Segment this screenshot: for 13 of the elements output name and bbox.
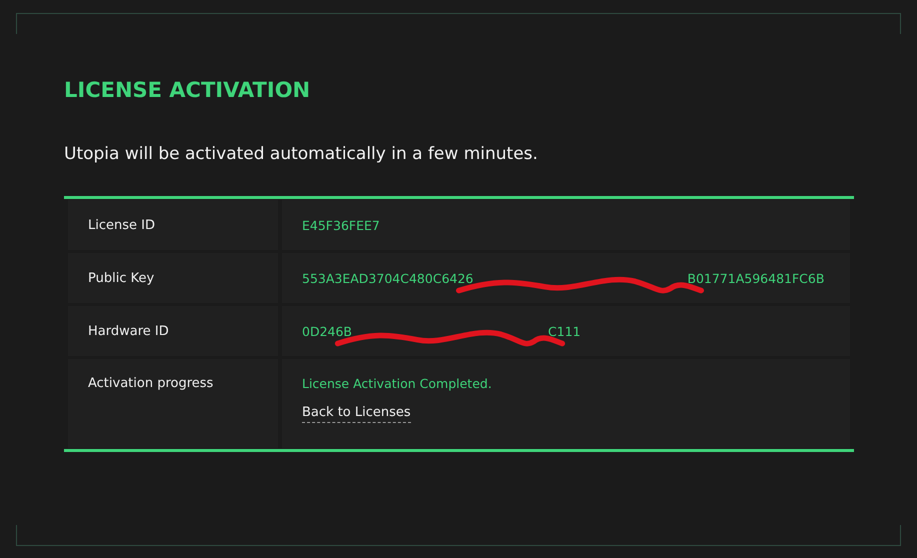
row-label: Activation progress <box>88 376 214 391</box>
row-label: Hardware ID <box>88 324 169 338</box>
row-label: Public Key <box>88 270 154 286</box>
row-value: E45F36FEE7 <box>302 218 380 232</box>
row-value: 0D246B <box>302 324 352 338</box>
row-value: 553A3EAD3704C480C6426 <box>302 270 474 286</box>
row-value: C111 <box>548 324 581 338</box>
row-value: B01771A596481FC6B <box>687 270 824 286</box>
activation-message: Utopia will be activated automatically in a few minutes. <box>64 143 539 166</box>
progress-status: License Activation Completed. <box>302 376 492 391</box>
row-label: License ID <box>88 218 155 232</box>
back-link[interactable]: Back to Licenses <box>302 405 411 423</box>
page-title: LICENSE ACTIVATION <box>64 77 312 104</box>
